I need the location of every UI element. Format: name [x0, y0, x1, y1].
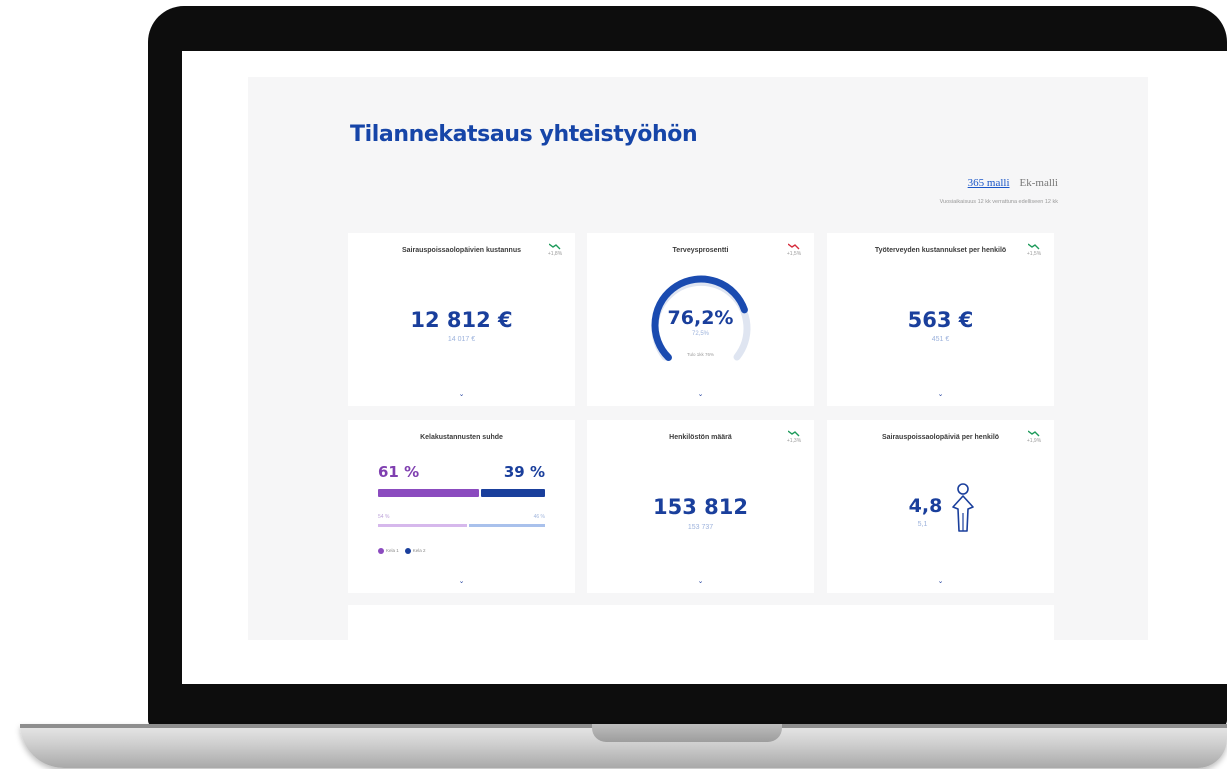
legend-dot-icon	[378, 548, 384, 554]
card-value: 4,8	[908, 495, 943, 517]
card-occupational-health-cost[interactable]: Työterveyden kustannukset per henkilö +1…	[827, 233, 1054, 406]
card-sick-days-per-person[interactable]: Sairauspoissaolopäiviä per henkilö +1,9%…	[827, 420, 1054, 593]
card-value: 76,2%	[667, 307, 734, 329]
trend-percent: +1,9%	[1026, 438, 1042, 444]
trend-indicator: +1,9%	[1024, 430, 1044, 444]
kela-previous-bar	[378, 524, 545, 527]
trend-down-icon	[549, 243, 561, 250]
kela-ratio-bar	[378, 489, 545, 497]
card-headcount[interactable]: Henkilöstön määrä +1,3% 153 812 153 737 …	[587, 420, 814, 593]
kela-prev-segment-2	[469, 524, 545, 527]
kela-legend: Kela 1 Kela 2	[378, 548, 426, 554]
model-toggle: 365 malli Ek-malli	[968, 177, 1058, 189]
trend-indicator: +1,3%	[784, 430, 804, 444]
chevron-down-icon[interactable]: ⌄	[458, 577, 466, 585]
kela-right-percent: 39 %	[503, 463, 545, 481]
card-kela-ratio[interactable]: Kelakustannusten suhde 61 % 39 % 54 % 46…	[348, 420, 575, 593]
comparison-note: Vuosiaikaisuus 12 kk verrattuna edellise…	[939, 199, 1058, 205]
person-icon	[952, 483, 974, 532]
trend-percent: +1,5%	[1026, 251, 1042, 257]
card-title: Sairauspoissaolopäiviä per henkilö	[881, 434, 1000, 441]
chevron-down-icon[interactable]: ⌄	[937, 577, 945, 585]
trend-indicator: +1,8%	[545, 243, 565, 257]
trend-percent: +1,3%	[786, 438, 802, 444]
gauge-caption: Tulo 1kk 76%	[686, 352, 715, 357]
chevron-down-icon[interactable]: ⌄	[697, 577, 705, 585]
trend-down-icon	[1028, 430, 1040, 437]
card-value: 12 812 €	[410, 308, 513, 332]
card-title: Sairauspoissaolopäivien kustannus	[401, 247, 522, 254]
card-previous-value: 451 €	[931, 336, 950, 343]
card-title: Kelakustannusten suhde	[420, 434, 503, 441]
card-title: Henkilöstön määrä	[669, 434, 732, 441]
card-previous-value: 72,5%	[691, 331, 709, 337]
trend-down-icon	[788, 243, 800, 250]
card-sick-leave-cost[interactable]: Sairauspoissaolopäivien kustannus +1,8% …	[348, 233, 575, 406]
card-value: 153 812	[653, 495, 748, 519]
kela-bar-segment-2	[480, 489, 545, 497]
dashboard-page: Tilannekatsaus yhteistyöhön 365 malli Ek…	[248, 77, 1148, 640]
card-previous-value: 14 017 €	[447, 336, 476, 343]
laptop-base-notch	[592, 724, 782, 742]
card-title: Terveysprosentti	[672, 247, 729, 254]
legend-dot-icon	[404, 548, 411, 554]
trend-indicator: +1,5%	[1024, 243, 1044, 257]
kela-left-percent: 61 %	[378, 463, 420, 481]
kela-prev-segment-1	[378, 524, 468, 527]
model-toggle-365[interactable]: 365 malli	[968, 177, 1010, 189]
card-previous-value: 153 737	[687, 524, 714, 531]
trend-percent: +1,5%	[786, 251, 802, 257]
chevron-down-icon[interactable]: ⌄	[458, 390, 466, 398]
kela-left-previous: 54 %	[378, 514, 390, 520]
card-title: Työterveyden kustannukset per henkilö	[874, 247, 1007, 254]
card-previous-value: 5,1	[917, 521, 928, 528]
trend-indicator: +1,5%	[784, 243, 804, 257]
kela-bar-segment-1	[378, 489, 479, 497]
page-title: Tilannekatsaus yhteistyöhön	[350, 122, 698, 147]
legend-item: Kela 2	[404, 548, 426, 554]
trend-down-icon	[788, 430, 800, 437]
card-additional[interactable]	[348, 605, 1054, 640]
trend-down-icon	[1028, 243, 1040, 250]
chevron-down-icon[interactable]: ⌄	[697, 390, 705, 398]
chevron-down-icon[interactable]: ⌄	[937, 390, 945, 398]
card-value: 563 €	[907, 308, 974, 332]
legend-item: Kela 1	[378, 548, 399, 554]
model-toggle-ek[interactable]: Ek-malli	[1020, 177, 1059, 189]
trend-percent: +1,8%	[547, 251, 563, 257]
card-health-percent[interactable]: Terveysprosentti +1,5% 76,2% 72,5% Tulo …	[587, 233, 814, 406]
kela-right-previous: 46 %	[533, 514, 545, 520]
